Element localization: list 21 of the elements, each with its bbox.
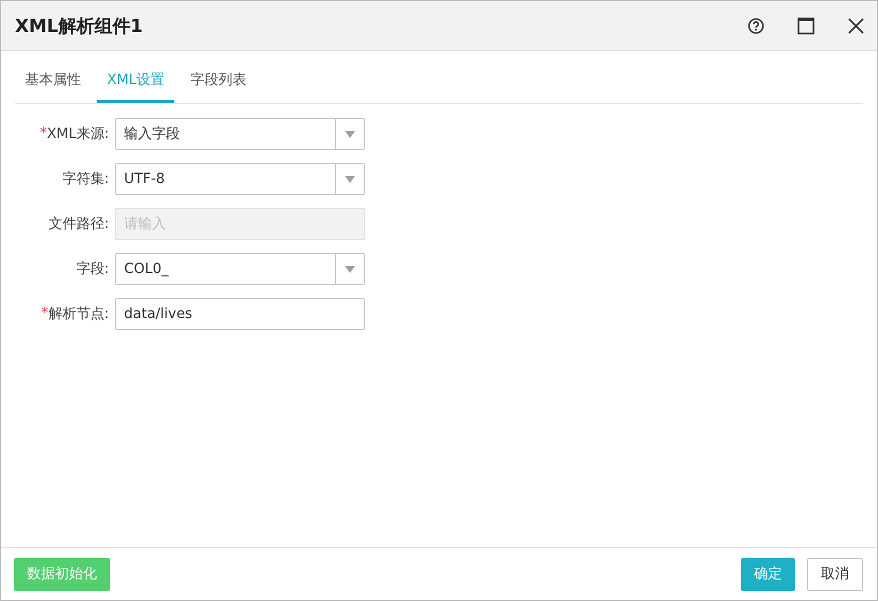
field-label: XML来源: <box>46 125 109 143</box>
required-mark: * <box>40 125 47 143</box>
maximize-icon[interactable] <box>797 16 815 34</box>
field-label: 字段: <box>76 260 109 278</box>
tab[interactable]: 字段列表 <box>180 61 256 103</box>
cancel-button[interactable]: 取消 <box>807 558 863 590</box>
dropdown[interactable]: COL0_ <box>115 253 365 285</box>
dropdown[interactable]: UTF-8 <box>115 163 365 195</box>
window-title: XML解析组件1 <box>15 14 143 38</box>
caret-icon <box>345 266 355 272</box>
help-icon[interactable] <box>747 16 765 34</box>
tab[interactable]: 基本属性 <box>15 61 91 103</box>
close-icon[interactable] <box>847 16 865 34</box>
input-field[interactable]: data/lives <box>115 298 365 330</box>
caret-icon <box>345 130 355 138</box>
field-label: 字符集: <box>62 170 109 188</box>
dropdown[interactable]: 输入字段 <box>115 118 365 150</box>
caret-icon <box>345 176 355 182</box>
required-mark: * <box>41 305 48 323</box>
field-label: 文件路径: <box>48 215 109 233</box>
field-label: 解析节点: <box>48 305 109 323</box>
